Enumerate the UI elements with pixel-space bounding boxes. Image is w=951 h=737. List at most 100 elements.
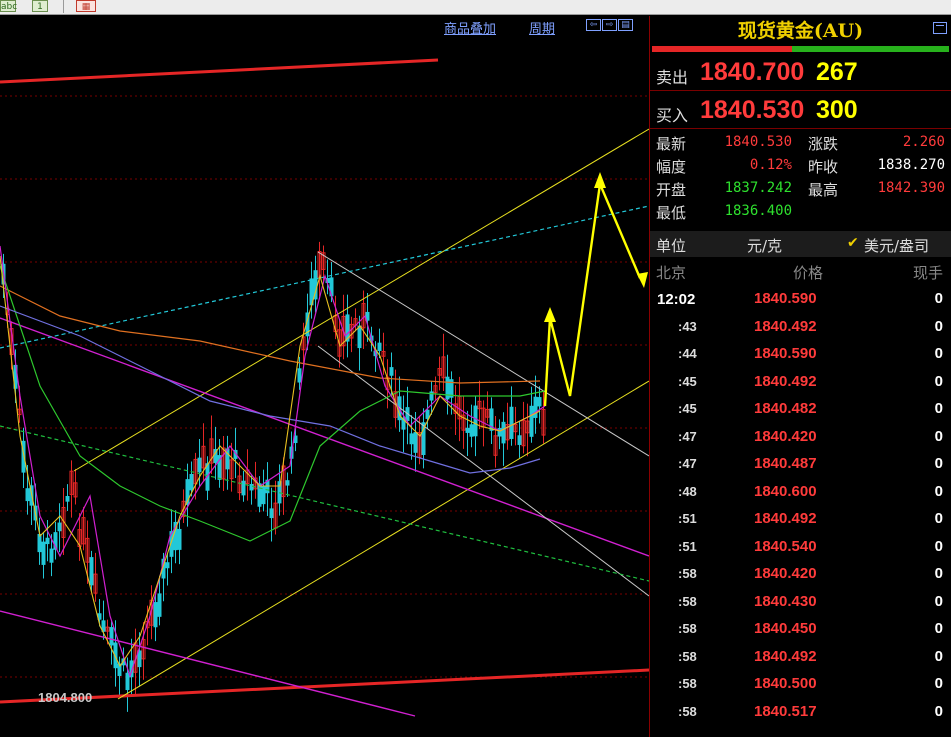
tick-row: :58 1840.450 0 xyxy=(650,619,951,647)
stat-label: 最新 xyxy=(656,135,687,153)
tick-row: :58 1840.492 0 xyxy=(650,647,951,675)
toolbar: abc 1 ▦ xyxy=(0,0,951,15)
candle-body xyxy=(37,533,42,553)
tick-volume: 0 xyxy=(934,565,943,582)
candle-body xyxy=(517,435,522,445)
calendar-icon: ▦ xyxy=(81,2,91,12)
candle-body xyxy=(533,396,538,418)
tick-volume: 0 xyxy=(934,290,943,307)
tick-time: :47 xyxy=(678,456,697,471)
tick-row: :51 1840.540 0 xyxy=(650,537,951,565)
buy-sell-ratio-bar xyxy=(652,46,949,52)
ticks-price-header: 价格 xyxy=(793,264,824,282)
check-icon: ✔ xyxy=(847,235,859,251)
candle-body xyxy=(89,557,94,586)
tick-price: 1840.492 xyxy=(754,372,817,390)
maximize-icon[interactable] xyxy=(933,22,947,34)
toolbar-calendar-button[interactable]: ▦ xyxy=(76,0,96,12)
candle-body xyxy=(153,602,158,628)
unit-option-cny-gram[interactable]: 元/克 xyxy=(747,235,782,256)
candle-body xyxy=(157,593,162,617)
stats-grid: 最新 1840.530 涨跌 2.260 幅度 0.12% 昨收 1838.270 开盘 1837… xyxy=(650,133,951,227)
tick-time: :45 xyxy=(678,373,697,389)
stat-value: 1837.242 xyxy=(724,180,792,196)
tick-row: :47 1840.487 0 xyxy=(650,454,951,482)
toolbar-one-button[interactable]: 1 xyxy=(32,0,48,12)
buy-row: 买入 1840.530 300 xyxy=(650,93,951,129)
tick-row: :58 1840.500 0 xyxy=(650,674,951,702)
tick-volume: 0 xyxy=(934,620,943,637)
candle-body xyxy=(177,528,182,550)
tick-time: :43 xyxy=(678,318,697,334)
toolbar-separator xyxy=(63,0,64,13)
tick-row: :47 1840.420 0 xyxy=(650,427,951,455)
instrument-title: 现货黄金(AU) xyxy=(737,20,864,42)
tick-price: 1840.420 xyxy=(754,565,817,582)
tick-row: :48 1840.600 0 xyxy=(650,482,951,510)
stat-label: 最高 xyxy=(808,181,839,199)
tick-time: :51 xyxy=(678,538,697,554)
tick-row: :44 1840.590 0 xyxy=(650,344,951,372)
candle-body xyxy=(357,325,362,349)
red-resistance-line xyxy=(0,58,439,84)
yellow-channel-lower xyxy=(117,380,649,700)
tick-time: :58 xyxy=(678,676,697,691)
tick-price: 1840.492 xyxy=(754,647,817,665)
sell-volume: 267 xyxy=(816,58,858,86)
arrow-down-icon xyxy=(637,272,648,288)
ma-yellow xyxy=(0,255,541,668)
tick-volume: 0 xyxy=(934,592,943,610)
candle-body xyxy=(537,397,542,407)
candle-body xyxy=(49,548,54,563)
tick-volume: 0 xyxy=(934,647,943,665)
candle-body xyxy=(389,367,394,376)
magenta-line-upper xyxy=(0,317,649,557)
candle-body xyxy=(261,486,266,505)
tick-price: 1840.492 xyxy=(754,510,817,527)
toolbar-chart-label: abc xyxy=(1,2,18,12)
overlay-lines xyxy=(0,58,649,717)
yellow-channel-upper xyxy=(73,128,649,472)
candle-body xyxy=(269,508,274,519)
tick-row: 12:02 1840.590 0 xyxy=(650,289,951,317)
stat-label: 涨跌 xyxy=(808,135,839,153)
candle-body xyxy=(501,421,506,444)
candle-body xyxy=(137,650,142,668)
tick-row: :58 1840.430 0 xyxy=(650,592,951,620)
stat-label: 昨收 xyxy=(808,158,839,176)
tick-row: :58 1840.517 0 xyxy=(650,702,951,730)
candle-body xyxy=(125,672,130,691)
tick-price: 1840.487 xyxy=(754,455,817,472)
stat-label: 开盘 xyxy=(656,181,687,199)
sell-price: 1840.700 xyxy=(700,58,805,86)
kline-chart[interactable]: 1804.800 xyxy=(0,16,649,737)
stat-value: 1840.530 xyxy=(724,134,792,150)
tick-time: :45 xyxy=(678,401,697,416)
unit-bar: 单位 元/克 ✔ 美元/盎司 xyxy=(650,231,951,257)
toolbar-chart-button[interactable]: abc xyxy=(0,0,18,12)
sell-ratio-fill xyxy=(652,46,792,52)
candle-body xyxy=(409,433,414,445)
tick-volume: 0 xyxy=(934,675,943,692)
tick-time: :44 xyxy=(678,346,697,361)
ticks-header: 北京 价格 现手 xyxy=(650,260,951,282)
stat-value: 2.260 xyxy=(902,134,945,150)
tick-time: 12:02 xyxy=(657,291,696,308)
tick-row: :58 1840.420 0 xyxy=(650,564,951,592)
unit-option-usd-oz[interactable]: 美元/盎司 xyxy=(864,235,929,256)
tick-volume: 0 xyxy=(934,482,943,500)
tick-price: 1840.450 xyxy=(754,620,817,637)
candle-body xyxy=(473,405,478,437)
tick-volume: 0 xyxy=(934,345,943,362)
stat-value: 1842.390 xyxy=(877,180,945,196)
stat-label: 幅度 xyxy=(656,158,687,176)
buy-price: 1840.530 xyxy=(700,96,805,124)
candle-body xyxy=(297,368,302,383)
tick-row: :43 1840.492 0 xyxy=(650,317,951,345)
buy-volume: 300 xyxy=(816,96,858,124)
candle-body xyxy=(25,488,30,502)
candle-body xyxy=(257,483,262,507)
candle-body xyxy=(45,537,50,545)
low-price-label: 1804.800 xyxy=(38,690,92,705)
toolbar-one-label: 1 xyxy=(37,2,43,12)
